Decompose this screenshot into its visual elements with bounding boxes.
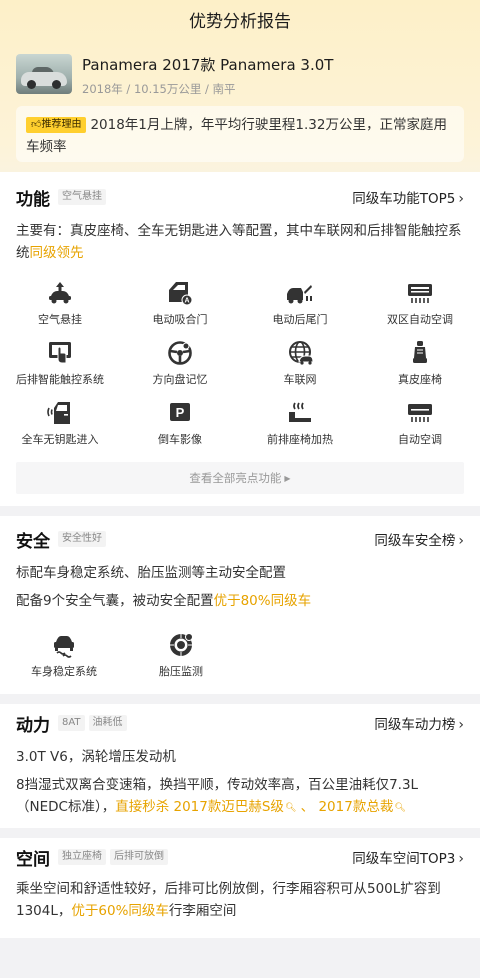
feature-item[interactable]: 双区自动空调 xyxy=(360,280,480,340)
search-icon: 🔍︎ xyxy=(284,803,297,813)
car-info: Panamera 2017款 Panamera 3.0T 2018年 / 10.… xyxy=(82,52,333,97)
dual-zone-ac-icon xyxy=(408,284,432,303)
report-page: 优势分析报告 Panamera 2017款 Panamera 3.0T 2018… xyxy=(0,0,480,938)
auto-ac-icon xyxy=(408,404,432,422)
space-card: 空间 独立座椅 后排可放倒 同级车空间TOP3 › 乘坐空间和舒适性较好，后排可比… xyxy=(0,838,480,938)
feature-item[interactable]: 车联网 xyxy=(240,340,360,400)
rear-touch-control-icon xyxy=(49,342,71,364)
feature-item[interactable]: P 倒车影像 xyxy=(120,400,240,460)
svg-text:A: A xyxy=(184,298,189,305)
features-card: 功能 空气悬挂 同级车功能TOP5 › 主要有：真皮座椅、全车无钥匙进入等配置，其… xyxy=(0,172,480,506)
car-thumbnail xyxy=(16,54,72,94)
car-name: Panamera 2017款 Panamera 3.0T xyxy=(82,56,334,74)
feature-item[interactable]: 自动空调 xyxy=(360,400,480,460)
space-rank-link[interactable]: 同级车空间TOP3 › xyxy=(352,847,464,867)
power-title: 动力 xyxy=(16,715,50,736)
power-line-2: 8挡湿式双离合变速箱，换挡平顺，传动效率高，百公里油耗仅7.3L（NEDC标准）… xyxy=(16,777,419,815)
car-meta: 2018年 / 10.15万公里 / 南平 xyxy=(82,82,236,96)
search-icon: 🔍︎ xyxy=(394,803,406,813)
thumbs-up-icon: 👍︎ xyxy=(31,119,42,130)
seat-heating-icon xyxy=(289,402,311,422)
space-badge-2: 后排可放倒 xyxy=(110,849,168,865)
power-line-1: 3.0T V6，涡轮增压发动机 xyxy=(16,749,176,765)
features-grid: 空气悬挂 A 电动吸合门 电动后尾门 双区自动空调 后排智能触控系统 方向盘记忆… xyxy=(0,280,480,460)
features-rank-link[interactable]: 同级车功能TOP5 › xyxy=(352,187,464,207)
power-tailgate-icon xyxy=(287,285,312,304)
car-header: Panamera 2017款 Panamera 3.0T 2018年 / 10.… xyxy=(0,44,480,100)
safety-card: 安全 安全性好 同级车安全榜 › 标配车身稳定系统、胎压监测等主动安全配置 配备9… xyxy=(0,516,480,694)
feature-item[interactable]: 全车无钥匙进入 xyxy=(0,400,120,460)
power-badge-2: 油耗低 xyxy=(88,715,127,731)
safety-grid: 车身稳定系统 胎压监测 xyxy=(0,632,480,692)
safety-title: 安全 xyxy=(16,531,50,552)
feature-item[interactable]: 前排座椅加热 xyxy=(240,400,360,460)
space-text: 乘坐空间和舒适性较好，后排可比例放倒，行李厢容积可从500L扩容到1304L，优… xyxy=(16,881,441,919)
power-badge-1: 8AT xyxy=(58,715,85,731)
safety-badge: 安全性好 xyxy=(58,531,106,547)
chevron-right-icon: › xyxy=(458,533,464,549)
feature-item[interactable]: 方向盘记忆 xyxy=(120,340,240,400)
compare-link-maybach[interactable]: 2017款迈巴赫S级🔍︎ xyxy=(174,799,297,815)
recommend-reason: 👍︎推荐理由 2018年1月上牌，年平均行驶里程1.32万公里，正常家庭用车频率 xyxy=(16,106,464,162)
feature-item[interactable]: 空气悬挂 xyxy=(0,280,120,340)
chevron-right-icon: › xyxy=(458,851,464,867)
features-badge: 空气悬挂 xyxy=(58,189,106,205)
compare-link-quattroporte[interactable]: 2017款总裁🔍︎ xyxy=(318,799,405,815)
triangle-right-icon: ▶ xyxy=(284,474,291,483)
feature-item[interactable]: 真皮座椅 xyxy=(360,340,480,400)
power-rank-link[interactable]: 同级车动力榜 › xyxy=(374,713,464,733)
rear-camera-icon: P xyxy=(170,403,190,421)
page-title: 优势分析报告 xyxy=(189,12,291,32)
chevron-right-icon: › xyxy=(458,191,464,207)
safety-rank-link[interactable]: 同级车安全榜 › xyxy=(374,529,464,549)
recommend-reason-text: 2018年1月上牌，年平均行驶里程1.32万公里，正常家庭用车频率 xyxy=(26,117,447,155)
chevron-right-icon: › xyxy=(458,717,464,733)
steering-wheel-memory-icon xyxy=(168,341,192,365)
air-suspension-icon xyxy=(49,282,71,304)
feature-item[interactable]: 后排智能触控系统 xyxy=(0,340,120,400)
keyless-entry-icon xyxy=(47,402,70,424)
power-card: 动力 8AT 油耗低 同级车动力榜 › 3.0T V6，涡轮增压发动机 8挡湿式双… xyxy=(0,704,480,828)
safety-line-1: 标配车身稳定系统、胎压监测等主动安全配置 xyxy=(16,565,286,581)
features-summary: 主要有：真皮座椅、全车无钥匙进入等配置，其中车联网和后排智能触控系统同级领先 xyxy=(16,223,462,261)
svg-text:P: P xyxy=(176,405,185,420)
recommend-reason-tag: 👍︎推荐理由 xyxy=(26,117,87,133)
feature-item[interactable]: A 电动吸合门 xyxy=(120,280,240,340)
safety-line-2: 配备9个安全气囊，被动安全配置优于80%同级车 xyxy=(16,593,312,609)
space-badge-1: 独立座椅 xyxy=(58,849,106,865)
connected-car-icon xyxy=(289,341,314,365)
safety-item[interactable]: 车身稳定系统 xyxy=(0,632,128,692)
features-title: 功能 xyxy=(16,189,50,210)
view-all-features-button[interactable]: 查看全部亮点功能 ▶ xyxy=(16,462,464,494)
stability-control-icon xyxy=(54,636,74,658)
safety-item[interactable]: 胎压监测 xyxy=(128,632,234,692)
leather-seat-icon xyxy=(413,341,427,363)
tire-pressure-icon xyxy=(170,633,193,656)
feature-item[interactable]: 电动后尾门 xyxy=(240,280,360,340)
soft-close-door-icon: A xyxy=(169,282,193,306)
space-title: 空间 xyxy=(16,849,50,870)
